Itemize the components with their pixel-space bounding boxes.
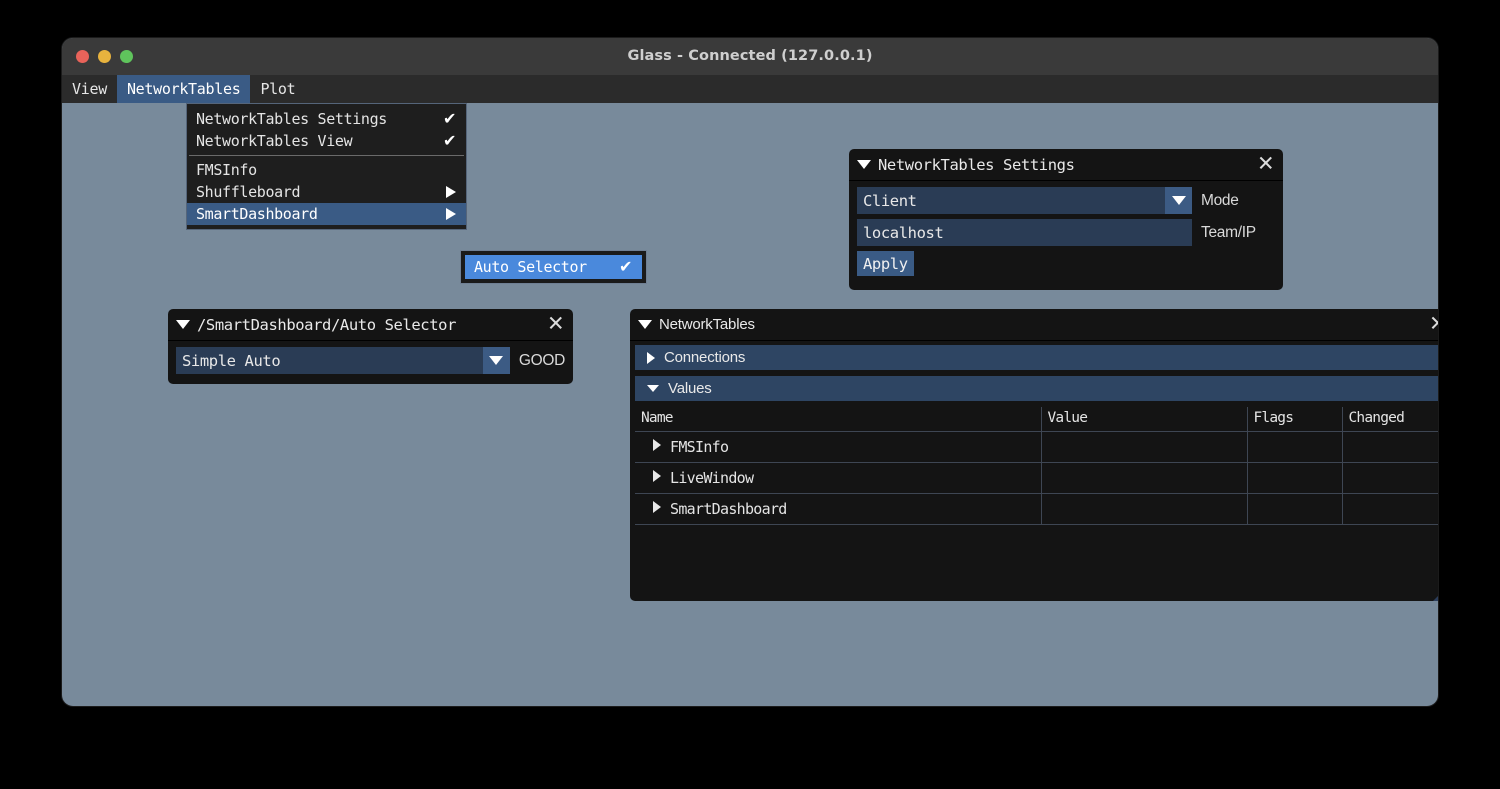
table-header-row: Name Value Flags Changed	[635, 407, 1438, 432]
expand-triangle-icon[interactable]	[653, 470, 661, 482]
menu-bar: View NetworkTables Plot	[62, 75, 1438, 103]
chevron-right-icon	[446, 208, 456, 220]
checkmark-icon: ✔	[443, 108, 456, 130]
networktables-settings-body: Client Mode localhost Team/IP Apply	[849, 181, 1283, 289]
submenu-item-auto-selector[interactable]: Auto Selector ✔	[465, 255, 642, 279]
row-changed-cell	[1342, 463, 1438, 494]
table-row[interactable]: FMSInfo	[635, 432, 1438, 463]
chevron-down-icon[interactable]	[483, 347, 510, 374]
menu-item-shuffleboard[interactable]: Shuffleboard	[187, 181, 466, 203]
networktables-view-window: NetworkTables ✕ Connections Values	[630, 309, 1438, 601]
apply-button[interactable]: Apply	[857, 251, 914, 276]
checkmark-icon: ✔	[443, 130, 456, 152]
row-changed-cell	[1342, 494, 1438, 525]
row-value-cell	[1041, 432, 1247, 463]
table-row[interactable]: LiveWindow	[635, 463, 1438, 494]
menu-view[interactable]: View	[62, 75, 117, 103]
chevron-right-icon	[446, 186, 456, 198]
expand-triangle-icon[interactable]	[653, 439, 661, 451]
row-flags-cell	[1247, 463, 1342, 494]
column-header-value[interactable]: Value	[1041, 407, 1247, 432]
collapse-triangle-icon	[647, 385, 659, 392]
networktables-view-body: Connections Values Name Value Flags	[630, 341, 1438, 525]
window-title: Glass - Connected (127.0.0.1)	[62, 38, 1438, 75]
close-icon[interactable]: ✕	[547, 316, 564, 333]
menu-item-fmsinfo[interactable]: FMSInfo	[187, 159, 466, 181]
menu-item-networktables-settings[interactable]: NetworkTables Settings ✔	[187, 108, 466, 130]
auto-selector-body: Simple Auto GOOD	[168, 341, 573, 382]
menu-item-label: SmartDashboard	[196, 205, 318, 223]
row-name-label: LiveWindow	[670, 469, 753, 487]
auto-selector-title: /SmartDashboard/Auto Selector	[197, 316, 456, 334]
row-name-cell[interactable]: FMSInfo	[635, 432, 1041, 463]
section-values-label: Values	[668, 380, 712, 397]
row-name-label: FMSInfo	[670, 438, 728, 456]
team-ip-label: Team/IP	[1201, 224, 1256, 242]
expand-triangle-icon[interactable]	[653, 501, 661, 513]
expand-triangle-icon	[647, 352, 655, 364]
application-window: Glass - Connected (127.0.0.1) View Netwo…	[62, 38, 1438, 706]
team-ip-input[interactable]: localhost	[857, 219, 1192, 246]
row-flags-cell	[1247, 494, 1342, 525]
networktables-view-titlebar[interactable]: NetworkTables ✕	[630, 309, 1438, 341]
menu-item-label: FMSInfo	[196, 161, 257, 179]
row-name-cell[interactable]: SmartDashboard	[635, 494, 1041, 525]
row-changed-cell	[1342, 432, 1438, 463]
submenu-item-label: Auto Selector	[474, 258, 587, 276]
networktables-dropdown-menu: NetworkTables Settings ✔ NetworkTables V…	[186, 103, 467, 230]
checkmark-icon: ✔	[619, 255, 632, 279]
chevron-down-icon[interactable]	[1165, 187, 1192, 214]
column-header-flags[interactable]: Flags	[1247, 407, 1342, 432]
auto-mode-select[interactable]: Simple Auto	[176, 347, 510, 374]
auto-selector-status: GOOD	[519, 352, 565, 370]
networktables-values-table: Name Value Flags Changed FMSInfo LiveWi	[635, 407, 1438, 525]
section-values[interactable]: Values	[635, 376, 1438, 401]
section-connections-label: Connections	[664, 349, 745, 366]
apply-row: Apply	[857, 251, 1275, 276]
collapse-triangle-icon[interactable]	[638, 320, 652, 329]
menu-item-smartdashboard[interactable]: SmartDashboard	[187, 203, 466, 225]
menu-item-label: NetworkTables Settings	[196, 110, 387, 128]
smartdashboard-submenu: Auto Selector ✔	[460, 250, 647, 284]
menu-plot[interactable]: Plot	[250, 75, 305, 103]
collapse-triangle-icon[interactable]	[857, 160, 871, 169]
auto-selector-titlebar[interactable]: /SmartDashboard/Auto Selector ✕	[168, 309, 573, 341]
column-header-name[interactable]: Name	[635, 407, 1041, 432]
row-name-cell[interactable]: LiveWindow	[635, 463, 1041, 494]
row-name-label: SmartDashboard	[670, 500, 787, 518]
close-icon[interactable]: ✕	[1429, 316, 1438, 333]
networktables-settings-titlebar[interactable]: NetworkTables Settings ✕	[849, 149, 1283, 181]
auto-mode-value: Simple Auto	[176, 352, 280, 370]
menu-networktables[interactable]: NetworkTables	[117, 75, 251, 103]
menu-item-label: Shuffleboard	[196, 183, 300, 201]
menu-item-label: NetworkTables View	[196, 132, 352, 150]
mode-select-value: Client	[857, 192, 917, 210]
resize-handle[interactable]	[1433, 579, 1438, 601]
row-value-cell	[1041, 494, 1247, 525]
auto-selector-window: /SmartDashboard/Auto Selector ✕ Simple A…	[168, 309, 573, 384]
table-row[interactable]: SmartDashboard	[635, 494, 1438, 525]
menu-separator	[189, 155, 464, 156]
section-connections[interactable]: Connections	[635, 345, 1438, 370]
mode-row: Client Mode	[857, 187, 1275, 214]
column-header-changed[interactable]: Changed	[1342, 407, 1438, 432]
row-value-cell	[1041, 463, 1247, 494]
networktables-settings-window: NetworkTables Settings ✕ Client Mode loc…	[849, 149, 1283, 290]
team-ip-row: localhost Team/IP	[857, 219, 1275, 246]
team-ip-value: localhost	[857, 224, 943, 242]
mode-select[interactable]: Client	[857, 187, 1192, 214]
mode-label: Mode	[1201, 192, 1239, 210]
networktables-view-title: NetworkTables	[659, 316, 755, 333]
collapse-triangle-icon[interactable]	[176, 320, 190, 329]
networktables-settings-title: NetworkTables Settings	[878, 156, 1075, 174]
menu-item-networktables-view[interactable]: NetworkTables View ✔	[187, 130, 466, 152]
close-icon[interactable]: ✕	[1257, 156, 1274, 173]
row-flags-cell	[1247, 432, 1342, 463]
window-titlebar: Glass - Connected (127.0.0.1)	[62, 38, 1438, 76]
